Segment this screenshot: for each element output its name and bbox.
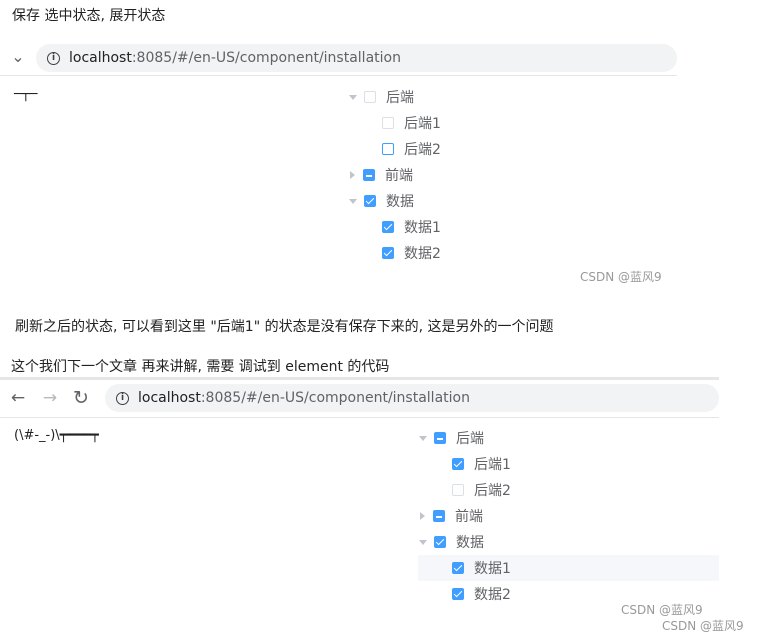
caption-save-state: 保存 选中状态, 展开状态 — [12, 8, 166, 24]
tree-node[interactable]: 后端 — [348, 84, 668, 110]
tree-node-label: 数据1 — [404, 220, 441, 236]
tree-node-label: 后端1 — [474, 457, 511, 473]
checkbox-checked[interactable] — [452, 458, 464, 470]
checkbox-indeterminate[interactable] — [433, 510, 445, 522]
tree-node-label: 数据 — [456, 535, 484, 551]
screenshot-page: 保存 选中状态, 展开状态 ⌄ i localhost:8085/#/en-US… — [0, 0, 760, 640]
tree-node-label: 后端2 — [474, 483, 511, 499]
info-icon[interactable]: i — [116, 391, 129, 405]
tree-node-label: 后端2 — [404, 142, 441, 158]
tree-node[interactable]: 数据1 — [348, 214, 668, 240]
tree-node[interactable]: 前端 — [348, 162, 668, 188]
checkbox-checked[interactable] — [452, 562, 464, 574]
checkbox-checked[interactable] — [434, 536, 446, 548]
tree-node-label: 前端 — [455, 509, 483, 525]
tree-node-label: 数据 — [386, 194, 414, 210]
caption-next-article: 这个我们下一个文章 再来讲解, 需要 调试到 element 的代码 — [11, 359, 390, 375]
tree-node[interactable]: 后端 — [418, 425, 719, 451]
checkbox-unchecked[interactable] — [452, 484, 464, 496]
watermark-1: CSDN @蓝风9 — [580, 270, 662, 284]
url-path: :8085/#/en-US/component/installation — [200, 390, 470, 406]
checkbox-checked[interactable] — [382, 247, 394, 259]
tree-node[interactable]: 后端2 — [348, 136, 668, 162]
caption-after-refresh: 刷新之后的状态, 可以看到这里 "后端1" 的状态是没有保存下来的, 这是另外的… — [15, 319, 554, 335]
checkbox-indeterminate[interactable] — [434, 432, 446, 444]
caret-down-icon[interactable] — [349, 198, 357, 204]
caret-right-icon[interactable] — [420, 512, 425, 520]
tree-node[interactable]: 数据 — [418, 529, 719, 555]
caret-down-icon[interactable] — [419, 539, 427, 545]
caret-down-icon[interactable] — [349, 94, 357, 100]
caret-right-icon[interactable] — [350, 171, 355, 179]
tree-node[interactable]: 后端2 — [418, 477, 719, 503]
checkbox-unchecked[interactable] — [364, 91, 376, 103]
browser-toolbar-1: ⌄ i localhost:8085/#/en-US/component/ins… — [0, 40, 677, 76]
tree-node-label: 数据2 — [474, 587, 511, 603]
url-path: :8085/#/en-US/component/installation — [131, 50, 401, 66]
tree-node-label: 数据2 — [404, 246, 441, 262]
tree-node-label: 后端1 — [404, 116, 441, 132]
tree-node[interactable]: 前端 — [418, 503, 719, 529]
checkbox-checked[interactable] — [452, 588, 464, 600]
caret-down-icon[interactable] — [419, 435, 427, 441]
nav-partial-icon[interactable]: ⌄ — [8, 47, 28, 67]
address-bar-2[interactable]: i localhost:8085/#/en-US/component/insta… — [105, 384, 719, 412]
watermark-2: CSDN @蓝风9 — [621, 603, 703, 617]
checkbox-indeterminate[interactable] — [363, 169, 375, 181]
tree-node[interactable]: 数据2 — [348, 240, 668, 266]
tree-node[interactable]: 后端1 — [418, 451, 719, 477]
ascii-art-1: ─┬─ — [14, 87, 38, 102]
checkbox-checked[interactable] — [364, 195, 376, 207]
address-bar[interactable]: i localhost:8085/#/en-US/component/insta… — [36, 44, 677, 72]
url-host: localhost — [69, 50, 132, 66]
checkbox-unchecked[interactable] — [382, 117, 394, 129]
tree-node-label: 数据1 — [474, 561, 511, 577]
tree-node-label: 后端 — [386, 90, 414, 106]
tree-node[interactable]: 后端1 — [348, 110, 668, 136]
back-icon[interactable]: ← — [8, 388, 28, 408]
checkbox-checked[interactable] — [382, 221, 394, 233]
tree-node-label: 前端 — [385, 168, 413, 184]
tree-node[interactable]: 数据 — [348, 188, 668, 214]
watermark-3: CSDN @蓝风9 — [662, 619, 744, 633]
url-host: localhost — [138, 390, 201, 406]
ascii-art-2: (\#-_-)\┯━━━┯ — [14, 428, 99, 443]
reload-icon[interactable]: ↻ — [71, 388, 91, 408]
checkbox-focus[interactable] — [382, 143, 394, 155]
tree-node[interactable]: 数据1 — [418, 555, 719, 581]
tree-node-label: 后端 — [456, 431, 484, 447]
forward-icon[interactable]: → — [40, 388, 60, 408]
info-icon[interactable]: i — [47, 51, 60, 65]
browser-toolbar-2: ← → ↻ i localhost:8085/#/en-US/component… — [0, 377, 719, 418]
